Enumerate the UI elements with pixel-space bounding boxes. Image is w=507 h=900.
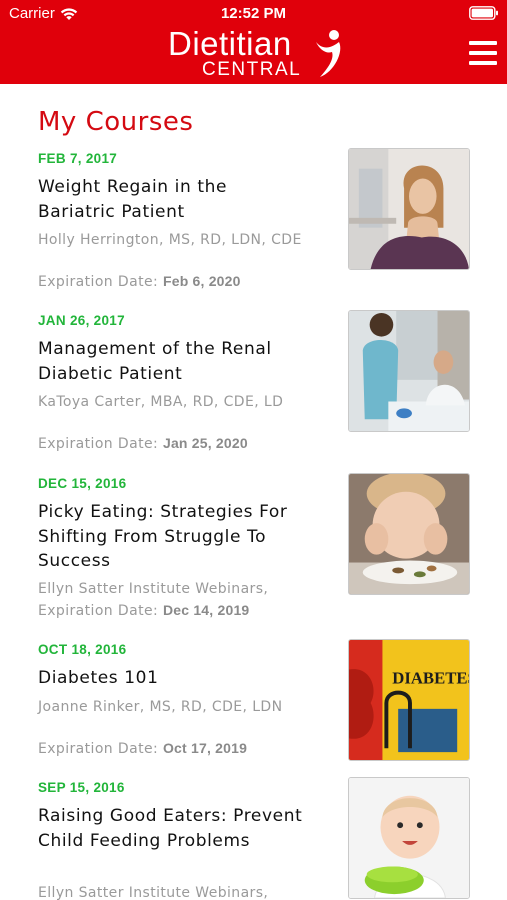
app-header: Carrier 12:52 PM Dietitian CENTRAL [0, 0, 507, 84]
course-thumbnail[interactable]: DIABETES [348, 639, 470, 761]
course-expiration: Expiration Date: Oct 17, 2019 [38, 740, 247, 757]
battery-icon [469, 6, 498, 20]
expiration-label: Expiration Date: [38, 603, 159, 619]
diabetes-graphic-text: DIABETES [392, 668, 469, 687]
course-date: OCT 18, 2016 [38, 642, 127, 657]
course-date: JAN 26, 2017 [38, 313, 125, 328]
course-thumbnail[interactable] [348, 148, 470, 270]
status-bar: Carrier 12:52 PM [0, 0, 507, 28]
expiration-label: Expiration Date: [38, 741, 159, 757]
course-author: Ellyn Satter Institute Webinars, [38, 581, 269, 597]
logo-wordmark: Dietitian [168, 25, 292, 62]
course-author: Ellyn Satter Institute Webinars, [38, 885, 269, 900]
page-title: My Courses [38, 107, 194, 137]
expiration-date: Dec 14, 2019 [162, 602, 250, 618]
course-author: KaToya Carter, MBA, RD, CDE, LD [38, 394, 284, 410]
diabetes-graphic: DIABETES [349, 640, 469, 760]
course-expiration: Expiration Date: Jan 25, 2020 [38, 435, 248, 452]
child-with-plate-photo [349, 474, 469, 594]
person-figure-icon [316, 30, 341, 77]
course-author: Joanne Rinker, MS, RD, CDE, LDN [38, 699, 283, 715]
course-thumbnail[interactable] [348, 777, 470, 899]
course-date: FEB 7, 2017 [38, 151, 118, 166]
course-title[interactable]: Weight Regain in the Bariatric Patient [38, 175, 308, 224]
expiration-date: Oct 17, 2019 [162, 740, 248, 756]
nurse-patient-photo [349, 311, 469, 431]
woman-thinking-photo [349, 149, 469, 269]
baby-with-bowl-photo [349, 778, 469, 898]
course-expiration: Expiration Date: Feb 6, 2020 [38, 273, 241, 290]
status-time: 12:52 PM [220, 5, 287, 22]
expiration-label: Expiration Date: [38, 274, 159, 290]
expiration-date: Feb 6, 2020 [162, 273, 241, 289]
course-date: DEC 15, 2016 [38, 476, 127, 491]
course-date: SEP 15, 2016 [38, 780, 125, 795]
logo-subtitle: CENTRAL [202, 59, 302, 80]
expiration-label: Expiration Date: [38, 436, 159, 452]
course-title[interactable]: Picky Eating: Strategies For Shifting Fr… [38, 500, 308, 574]
course-title[interactable]: Diabetes 101 [38, 666, 308, 691]
expiration-date: Jan 25, 2020 [162, 435, 248, 451]
course-title[interactable]: Raising Good Eaters: Prevent Child Feedi… [38, 804, 308, 853]
course-title[interactable]: Management of the Renal Diabetic Patient [38, 337, 308, 386]
dietitian-central-logo[interactable]: Dietitian CENTRAL [168, 26, 348, 82]
course-expiration: Expiration Date: Dec 14, 2019 [38, 602, 249, 619]
course-thumbnail[interactable] [348, 310, 470, 432]
course-author: Holly Herrington, MS, RD, LDN, CDE [38, 232, 302, 248]
hamburger-menu-icon[interactable] [469, 41, 497, 67]
course-thumbnail[interactable] [348, 473, 470, 595]
